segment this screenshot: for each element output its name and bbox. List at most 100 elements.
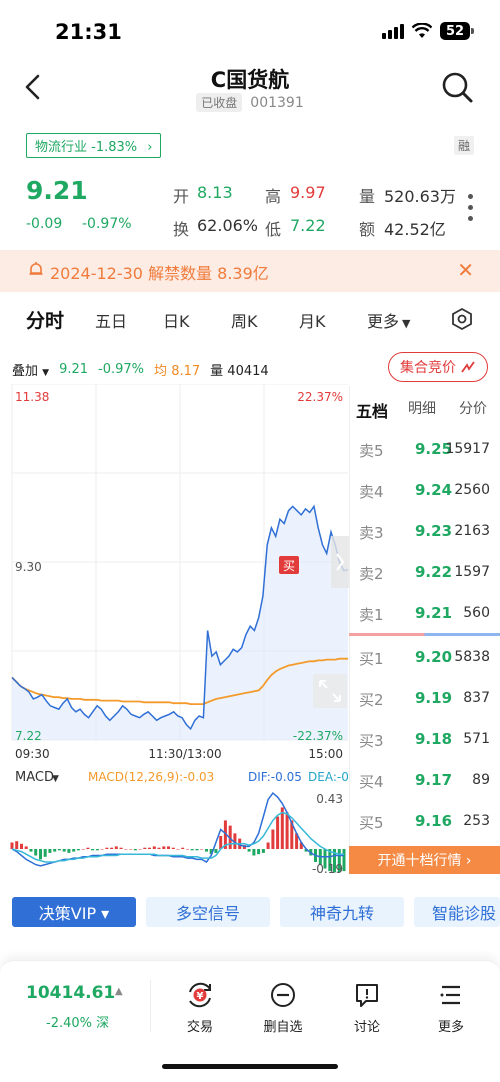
- order-book-tab-details[interactable]: 明细: [408, 398, 436, 418]
- y-min-pct-label: -22.37%: [293, 729, 343, 743]
- level-volume: 2163: [454, 523, 490, 539]
- macd-bar: [119, 847, 123, 849]
- avg-label: 均: [154, 364, 168, 379]
- order-book-tab-five-levels[interactable]: 五档: [356, 398, 388, 422]
- smart-diagnosis-button[interactable]: 智能诊股: [414, 897, 500, 927]
- level-name: 买2: [359, 691, 384, 709]
- macd-bar: [261, 849, 265, 853]
- macd-bar: [266, 842, 270, 849]
- macd-dif: DIF:-0.05: [248, 770, 302, 784]
- index-value[interactable]: 10414.61: [26, 983, 115, 1003]
- y-mid-label: 9.30: [15, 560, 42, 574]
- level-name: 买1: [359, 650, 384, 668]
- macd-bar: [81, 849, 85, 850]
- index-expand-icon[interactable]: ▲: [115, 986, 123, 997]
- level-price: 9.24: [415, 481, 453, 499]
- more-button[interactable]: 更多: [421, 980, 481, 1035]
- macd-bar: [76, 849, 80, 851]
- close-icon[interactable]: ✕: [457, 258, 474, 282]
- tab-more[interactable]: 更多 ▼: [367, 308, 410, 332]
- chat-bubble-icon: [356, 984, 378, 1007]
- macd-bar: [91, 849, 95, 851]
- order-book-sell-row[interactable]: 卖5 9.25 15917: [349, 429, 500, 470]
- macd-bar: [43, 849, 47, 857]
- order-book-sell-row[interactable]: 卖3 9.23 2163: [349, 511, 500, 552]
- caret-down-icon: ▼: [402, 317, 411, 330]
- level-price: 9.19: [415, 689, 453, 707]
- trade-button[interactable]: ¥ 交易: [170, 980, 230, 1035]
- call-auction-button[interactable]: 集合竞价: [388, 352, 488, 382]
- price-change-pct: -0.97%: [82, 216, 132, 232]
- macd-bar: [110, 847, 114, 849]
- macd-bar: [86, 847, 90, 849]
- y-max-pct-label: 22.37%: [297, 390, 343, 404]
- level-name: 买3: [359, 732, 384, 750]
- tab-intraday[interactable]: 分时: [26, 306, 64, 333]
- tab-weekly-k[interactable]: 周K: [231, 308, 258, 332]
- order-book-buy-row[interactable]: 买1 9.20 5838: [349, 637, 500, 678]
- macd-bar: [29, 849, 33, 852]
- macd-bar: [252, 849, 256, 856]
- macd-bar: [186, 849, 189, 850]
- macd-bar: [57, 849, 61, 851]
- macd-bar: [257, 849, 261, 855]
- macd-bar: [39, 849, 42, 860]
- level-name: 卖2: [359, 565, 384, 583]
- remove-watchlist-button[interactable]: 删自选: [253, 980, 313, 1035]
- overlay-label: 叠加: [12, 364, 39, 379]
- order-book-buy-row[interactable]: 买5 9.16 253: [349, 801, 500, 842]
- status-icons: 52: [382, 22, 474, 40]
- macd-dea: DEA:-0.04: [308, 770, 349, 784]
- order-book-sell-row[interactable]: 卖4 9.24 2560: [349, 470, 500, 511]
- intraday-chart[interactable]: 买 11.38 9.30 7.22 22.37% -22.37% 09:30 1…: [0, 384, 349, 884]
- order-book-tab-price-dist[interactable]: 分价: [459, 398, 487, 418]
- order-book-buy-row[interactable]: 买4 9.17 89: [349, 760, 500, 801]
- magic-nine-button[interactable]: 神奇九转: [280, 897, 404, 927]
- macd-bar: [100, 849, 104, 850]
- macd-bar: [195, 849, 199, 851]
- y-min-label: 7.22: [15, 729, 42, 743]
- level-name: 卖1: [359, 606, 384, 624]
- macd-caret-icon: ▼: [52, 774, 59, 784]
- call-auction-label: 集合竞价: [400, 360, 456, 376]
- expand-chart-icon[interactable]: [313, 674, 347, 708]
- search-icon[interactable]: [440, 70, 474, 104]
- long-short-signal-button[interactable]: 多空信号: [146, 897, 270, 927]
- discuss-button[interactable]: 讨论: [337, 980, 397, 1035]
- buy-marker[interactable]: 买: [279, 556, 299, 574]
- tab-monthly-k[interactable]: 月K: [299, 308, 326, 332]
- trade-icon: ¥: [189, 982, 211, 1008]
- level-volume: 1597: [454, 564, 490, 580]
- industry-tag[interactable]: 物流行业 -1.83% ›: [26, 133, 162, 158]
- order-book-buy-row[interactable]: 买3 9.18 571: [349, 719, 500, 760]
- macd-bar: [129, 849, 133, 850]
- tab-five-day[interactable]: 五日: [95, 308, 127, 332]
- macd-bar: [276, 816, 280, 849]
- chart-scroll-handle[interactable]: [331, 536, 349, 588]
- decision-vip-button[interactable]: 决策VIP ▾: [12, 897, 136, 927]
- order-book-buy-row[interactable]: 买2 9.19 837: [349, 678, 500, 719]
- macd-bar: [48, 849, 52, 853]
- macd-bar: [162, 846, 166, 849]
- macd-bar: [53, 849, 57, 852]
- macd-bar: [205, 849, 208, 852]
- more-options-icon[interactable]: [468, 194, 476, 227]
- margin-trading-badge: 融: [453, 136, 474, 155]
- macd-bar: [72, 849, 76, 852]
- level-price: 9.18: [415, 730, 453, 748]
- order-book-sell-row[interactable]: 卖1 9.21 560: [349, 593, 500, 634]
- order-book-sell-row[interactable]: 卖2 9.22 1597: [349, 552, 500, 593]
- overlay-dropdown[interactable]: 叠加 ▼: [12, 360, 49, 379]
- turnover-label: 换: [173, 220, 190, 239]
- amount-label: 额: [359, 220, 376, 239]
- stock-code: 001391: [250, 94, 304, 111]
- macd-bar: [285, 812, 289, 849]
- level-name: 卖4: [359, 483, 384, 501]
- settings-icon[interactable]: [450, 307, 474, 331]
- macd-bar: [34, 849, 38, 856]
- market-status-badge: 已收盘: [196, 93, 243, 112]
- tab-daily-k[interactable]: 日K: [163, 308, 190, 332]
- macd-bar: [148, 847, 151, 849]
- upgrade-level2-button[interactable]: 开通十档行情 ›: [349, 846, 500, 874]
- chart-price: 9.21: [59, 362, 89, 377]
